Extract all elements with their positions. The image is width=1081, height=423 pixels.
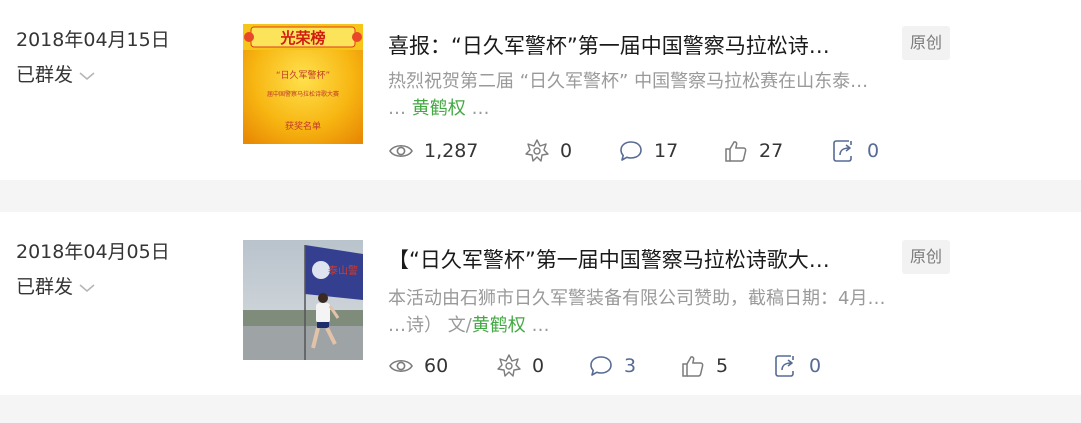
- publish-date: 2018年04月05日: [16, 241, 170, 263]
- views-stat: 1,287: [388, 138, 524, 164]
- reads-stat: 0: [496, 353, 588, 379]
- forwards-count: 0: [867, 140, 880, 162]
- article-stats: 1,287 0 17 27 0: [388, 138, 879, 164]
- chevron-down-icon: [79, 284, 95, 292]
- thumbnail-flag-text: 泰山警: [328, 264, 358, 277]
- thumbnail-footer-text: 获奖名单: [285, 120, 321, 132]
- author-link[interactable]: 黄鹤权: [472, 315, 526, 336]
- status-dropdown[interactable]: 已群发: [16, 63, 96, 87]
- thumbnail-banner-text: 光荣榜: [279, 29, 325, 47]
- forward-icon: [833, 140, 852, 162]
- eye-icon: [389, 359, 413, 373]
- thumbnail-subtitle: “日久军警杯”: [276, 69, 330, 81]
- article-row: 2018年04月05日 已群发 泰山警 【“日久军警杯”第一届中国警察马拉松诗歌…: [0, 212, 1081, 392]
- chevron-down-icon: [79, 72, 95, 80]
- original-tag: 原创: [902, 240, 951, 274]
- likes-count: 27: [759, 140, 784, 162]
- description-line: 本活动由石狮市日久军警装备有限公司赞助，截稿日期：4月…: [388, 288, 886, 309]
- article-stats: 60 0 3 5 0: [388, 353, 821, 379]
- views-count: 1,287: [424, 140, 479, 162]
- row-separator: [0, 395, 1081, 423]
- byline-prefix: …诗） 文/: [388, 315, 472, 336]
- thumbnail-small-text: 届中国警察马拉松诗歌大赛: [267, 90, 339, 98]
- article-title[interactable]: 喜报：“日久军警杯”第一届中国警察马拉松诗…: [388, 32, 888, 60]
- eye-icon: [389, 144, 413, 158]
- article-description: 热烈祝贺第二届 “日久军警杯” 中国警察马拉松赛在山东泰… … 黄鹤权 …: [388, 68, 968, 122]
- likes-stat[interactable]: 27: [723, 138, 831, 164]
- status-dropdown[interactable]: 已群发: [16, 275, 96, 299]
- byline-suffix: …: [465, 98, 490, 119]
- article-row: 2018年04月15日 已群发 光荣榜 “日久军警杯” 届中国警察马拉松诗歌大赛…: [0, 0, 1081, 180]
- comments-stat[interactable]: 17: [618, 138, 723, 164]
- thumbs-up-icon: [725, 141, 747, 162]
- status-label: 已群发: [16, 276, 74, 298]
- views-stat: 60: [388, 353, 496, 379]
- comments-count: 17: [654, 140, 679, 162]
- comments-count: 3: [624, 355, 637, 377]
- byline-prefix: …: [388, 98, 412, 119]
- flower-icon: [525, 139, 549, 162]
- description-line: 热烈祝贺第二届 “日久军警杯” 中国警察马拉松赛在山东泰…: [388, 71, 869, 92]
- forwards-count: 0: [809, 355, 822, 377]
- reads-count: 0: [560, 140, 573, 162]
- article-description: 本活动由石狮市日久军警装备有限公司赞助，截稿日期：4月… …诗） 文/黄鹤权 …: [388, 285, 968, 339]
- likes-count: 5: [716, 355, 729, 377]
- reads-stat: 0: [524, 138, 618, 164]
- forward-icon: [775, 355, 794, 377]
- byline-suffix: …: [525, 315, 550, 336]
- status-label: 已群发: [16, 64, 74, 86]
- thumbs-up-icon: [682, 356, 704, 377]
- comment-icon: [590, 356, 612, 376]
- row-separator: [0, 180, 1081, 212]
- article-thumbnail[interactable]: 光荣榜 “日久军警杯” 届中国警察马拉松诗歌大赛 获奖名单: [243, 24, 363, 144]
- forwards-stat[interactable]: 0: [773, 353, 821, 379]
- views-count: 60: [424, 355, 449, 377]
- flower-icon: [497, 354, 521, 377]
- author-link[interactable]: 黄鹤权: [412, 98, 466, 119]
- description-byline: …诗） 文/黄鹤权 …: [388, 312, 968, 339]
- comment-icon: [620, 141, 642, 161]
- article-title[interactable]: 【“日久军警杯”第一届中国警察马拉松诗歌大…: [388, 246, 888, 274]
- forwards-stat[interactable]: 0: [831, 138, 879, 164]
- article-list: 2018年04月15日 已群发 光荣榜 “日久军警杯” 届中国警察马拉松诗歌大赛…: [0, 0, 1081, 423]
- reads-count: 0: [532, 355, 545, 377]
- description-byline: … 黄鹤权 …: [388, 95, 968, 122]
- publish-date: 2018年04月15日: [16, 29, 170, 51]
- article-thumbnail[interactable]: 泰山警: [243, 240, 363, 360]
- original-tag: 原创: [902, 26, 951, 60]
- comments-stat[interactable]: 3: [588, 353, 680, 379]
- likes-stat[interactable]: 5: [680, 353, 773, 379]
